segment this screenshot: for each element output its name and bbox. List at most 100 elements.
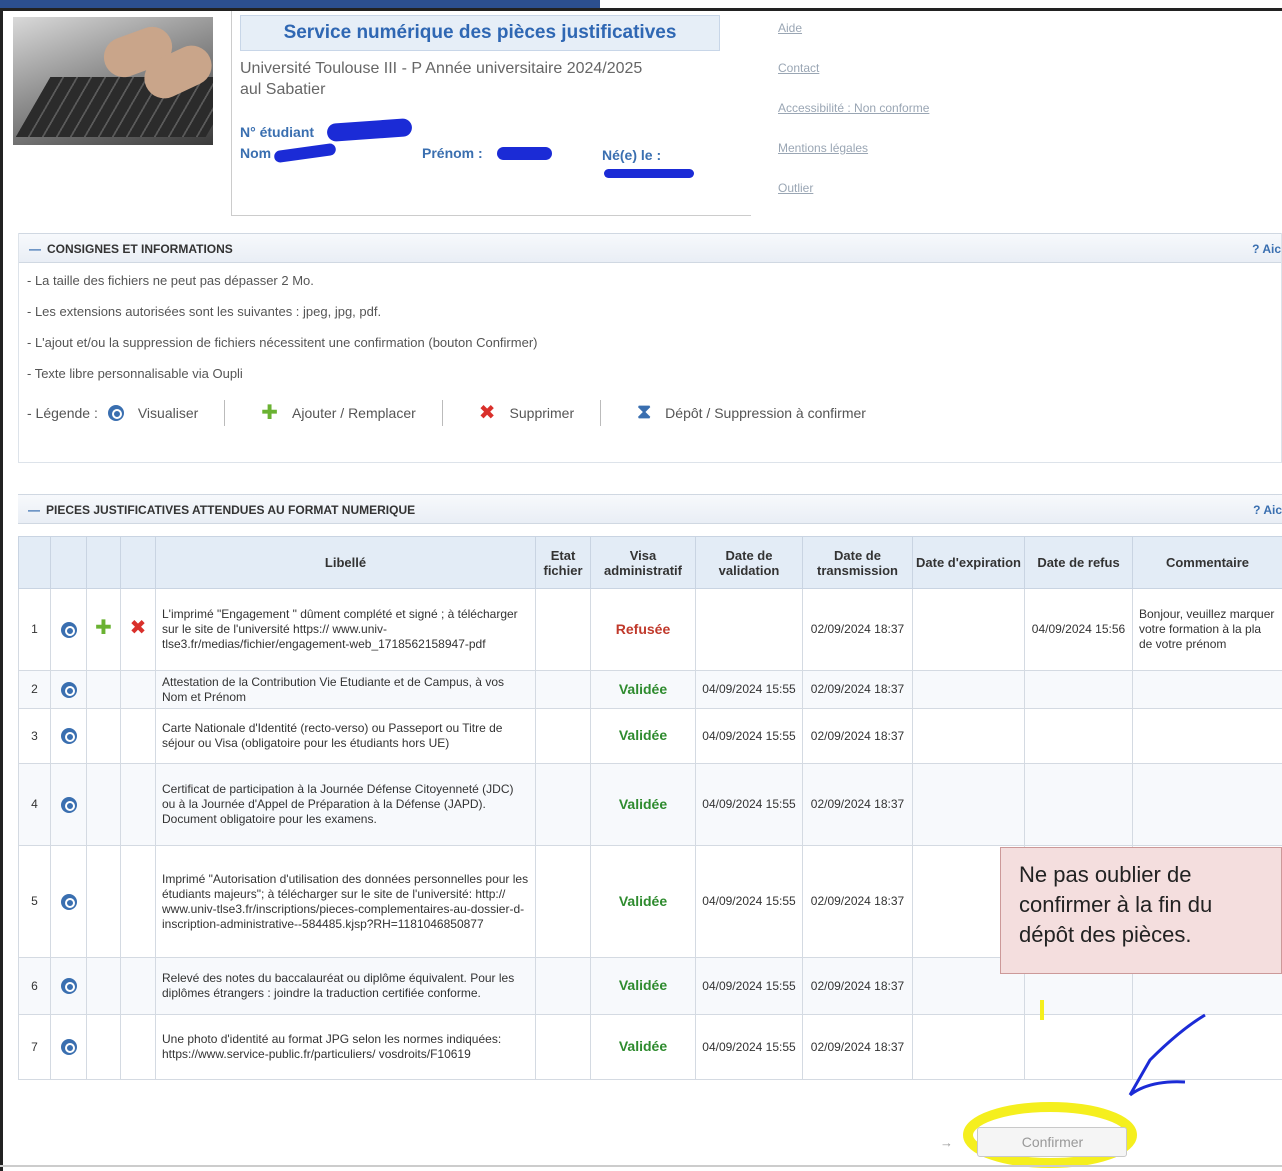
consignes-header[interactable]: — CONSIGNES ET INFORMATIONS ? Aic (19, 233, 1281, 263)
redaction-mark (273, 142, 337, 164)
header-links: Aide Contact Accessibilité : Non conform… (778, 21, 929, 221)
row-refus (1024, 708, 1133, 764)
col-visa: Visa administratif (590, 536, 696, 589)
legend: - Légende : Visualiser ✚ Ajouter / Rempl… (27, 397, 1273, 428)
add-button (86, 845, 121, 958)
view-icon[interactable] (60, 681, 77, 698)
visa-status: Validée (618, 1038, 668, 1054)
student-number-label: N° étudiant (240, 124, 315, 140)
row-commentaire: Bonjour, veuillez marquer votre formatio… (1132, 588, 1282, 671)
view-button (50, 588, 87, 671)
row-etat (535, 1014, 591, 1080)
pieces-table: Libellé Etat fichier Visa administratif … (18, 536, 1282, 1080)
help-link[interactable]: Aide (778, 21, 929, 61)
help-link[interactable]: ? Aic (1253, 495, 1282, 525)
highlight-mark (1040, 1000, 1044, 1020)
view-icon[interactable] (60, 621, 77, 638)
arrow-annotation (1128, 1013, 1206, 1097)
add-button: ✚ (86, 588, 121, 671)
divider (0, 1165, 1282, 1167)
confirm-area: → Confirmer (940, 1127, 1128, 1157)
delete-button (120, 670, 156, 709)
col-transmission: Date de transmission (802, 536, 913, 589)
row-expiration (912, 588, 1025, 671)
row-refus (1024, 763, 1133, 846)
col-validation: Date de validation (695, 536, 803, 589)
delete-button (120, 708, 156, 764)
row-transmission: 02/09/2024 18:37 (802, 1014, 913, 1080)
row-validation: 04/09/2024 15:55 (695, 670, 803, 709)
row-validation: 04/09/2024 15:55 (695, 763, 803, 846)
view-button (50, 708, 87, 764)
visa-status: Validée (618, 680, 668, 697)
view-icon[interactable] (60, 728, 77, 744)
row-libelle: Relevé des notes du baccalauréat ou dipl… (155, 957, 536, 1015)
info-line: - Les extensions autorisées sont les sui… (27, 304, 382, 319)
row-number: 6 (18, 957, 51, 1015)
view-icon[interactable] (60, 978, 77, 994)
add-button (86, 957, 121, 1015)
row-commentaire (1132, 763, 1282, 846)
row-visa: Validée (590, 708, 696, 764)
row-transmission: 02/09/2024 18:37 (802, 845, 913, 958)
add-button (86, 708, 121, 764)
row-visa: Validée (590, 845, 696, 958)
info-line: - L'ajout et/ou la suppression de fichie… (27, 335, 538, 350)
prenom-label: Prénom : (422, 145, 483, 161)
row-number: 4 (18, 763, 51, 846)
visa-status: Validée (618, 892, 668, 909)
pieces-header[interactable]: — PIECES JUSTIFICATIVES ATTENDUES AU FORM… (18, 494, 1282, 524)
row-visa: Validée (590, 1014, 696, 1080)
row-visa: Validée (590, 670, 696, 709)
add-icon[interactable]: ✚ (95, 617, 112, 639)
row-validation: 04/09/2024 15:55 (695, 957, 803, 1015)
table-row: 3 Carte Nationale d'Identité (recto-verso… (18, 708, 1282, 764)
arrow-icon: → (940, 1135, 953, 1150)
add-icon: ✚ (261, 402, 279, 424)
row-commentaire (1132, 670, 1282, 709)
view-icon[interactable] (60, 893, 77, 910)
row-libelle: Carte Nationale d'Identité (recto-verso)… (155, 708, 536, 764)
accessibility-link[interactable]: Accessibilité : Non conforme (778, 101, 929, 141)
delete-icon[interactable]: ✖ (130, 617, 147, 639)
visa-status: Validée (618, 795, 668, 812)
row-etat (535, 588, 591, 671)
add-button (86, 670, 121, 709)
row-number: 3 (18, 708, 51, 764)
outlier-link[interactable]: Outlier (778, 181, 929, 221)
col-commentaire: Commentaire (1132, 536, 1282, 589)
row-transmission: 02/09/2024 18:37 (802, 957, 913, 1015)
col-expiration: Date d'expiration (912, 536, 1025, 589)
collapse-icon[interactable]: — (29, 242, 41, 256)
row-libelle: Une photo d'identité au format JPG selon… (155, 1014, 536, 1080)
row-libelle: Certificat de participation à la Journée… (155, 763, 536, 846)
row-number: 1 (18, 588, 51, 671)
row-expiration (912, 763, 1025, 846)
row-expiration (912, 670, 1025, 709)
view-button (50, 1014, 87, 1080)
add-button (86, 763, 121, 846)
delete-button (120, 763, 156, 846)
row-etat (535, 957, 591, 1015)
consignes-list: - La taille des fichiers ne peut pas dép… (19, 263, 1281, 438)
col-etat: Etat fichier (535, 536, 591, 589)
row-visa: Validée (590, 957, 696, 1015)
delete-button (120, 957, 156, 1015)
legal-link[interactable]: Mentions légales (778, 141, 929, 181)
view-button (50, 845, 87, 958)
view-button (50, 670, 87, 709)
visa-status: Refusée (615, 620, 671, 637)
view-icon[interactable] (60, 1039, 77, 1055)
collapse-icon[interactable]: — (28, 503, 40, 517)
view-icon[interactable] (60, 796, 77, 813)
row-validation: 04/09/2024 15:55 (695, 845, 803, 958)
contact-link[interactable]: Contact (778, 61, 929, 101)
view-button (50, 957, 87, 1015)
row-expiration (912, 708, 1025, 764)
row-transmission: 02/09/2024 18:37 (802, 708, 913, 764)
row-validation: 04/09/2024 15:55 (695, 1014, 803, 1080)
row-transmission: 02/09/2024 18:37 (802, 588, 913, 671)
help-link[interactable]: ? Aic (1252, 234, 1281, 264)
confirm-button[interactable]: Confirmer (977, 1127, 1128, 1157)
visa-status: Validée (618, 727, 668, 743)
